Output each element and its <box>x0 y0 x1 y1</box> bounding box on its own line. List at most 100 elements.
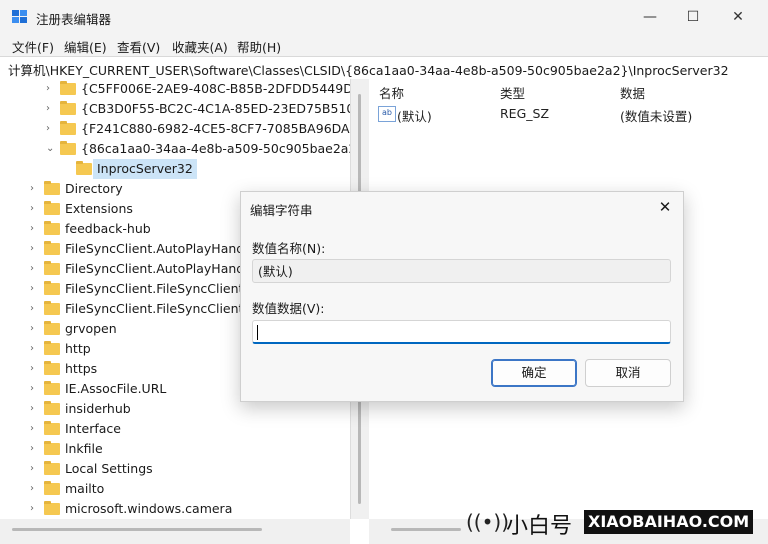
value-name-field: (默认) <box>252 259 671 283</box>
folder-icon <box>44 481 60 495</box>
column-header-type[interactable]: 类型 <box>500 83 525 102</box>
tree-item-label: https <box>65 361 98 376</box>
minimize-button[interactable]: — <box>630 4 670 30</box>
tree-item-label: {F241C880-6982-4CE5-8CF7-7085BA96DA5A} <box>81 121 350 136</box>
brand-name-en: XIAOBAIHAO.COM <box>584 510 754 534</box>
tree-item-label: Interface <box>65 421 121 436</box>
chevron-right-icon[interactable]: › <box>30 399 42 419</box>
chevron-right-icon[interactable]: › <box>30 299 42 319</box>
folder-icon <box>60 121 76 135</box>
tree-item-label: FileSyncClient.AutoPlayHandler <box>65 241 261 256</box>
chevron-right-icon[interactable]: › <box>30 319 42 339</box>
folder-icon <box>44 341 60 355</box>
address-bar[interactable]: 计算机\HKEY_CURRENT_USER\Software\Classes\C… <box>0 56 768 80</box>
chevron-right-icon[interactable]: › <box>30 179 42 199</box>
chevron-right-icon[interactable]: › <box>30 419 42 439</box>
column-header-data[interactable]: 数据 <box>620 83 645 102</box>
folder-icon <box>44 461 60 475</box>
tree-item[interactable]: › Interface <box>30 419 350 439</box>
tree-item-label: {86ca1aa0-34aa-4e8b-a509-50c905bae2a2} <box>81 141 350 156</box>
ok-button[interactable]: 确定 <box>491 359 577 387</box>
chevron-right-icon[interactable]: › <box>30 199 42 219</box>
menu-bar: 文件(F) 编辑(E) 查看(V) 收藏夹(A) 帮助(H) <box>0 34 768 56</box>
chevron-right-icon[interactable]: › <box>30 259 42 279</box>
chevron-right-icon[interactable]: › <box>30 499 42 519</box>
tree-item[interactable]: › microsoft.windows.camera <box>30 499 350 519</box>
chevron-right-icon[interactable]: › <box>46 79 58 99</box>
folder-icon <box>44 181 60 195</box>
chevron-right-icon[interactable]: › <box>30 459 42 479</box>
folder-icon <box>44 361 60 375</box>
tree-item-label: FileSyncClient.FileSyncClient.1 <box>65 301 256 316</box>
tree-item[interactable]: ⌄ {86ca1aa0-34aa-4e8b-a509-50c905bae2a2} <box>46 139 350 159</box>
tree-item-label: {C5FF006E-2AE9-408C-B85B-2DFDD5449D9C} <box>81 81 350 96</box>
tree-hscroll-thumb[interactable] <box>12 528 262 531</box>
tree-item-label: IE.AssocFile.URL <box>65 381 167 396</box>
tree-item[interactable]: InprocServer32 <box>62 159 350 179</box>
folder-icon <box>44 201 60 215</box>
chevron-right-icon[interactable]: › <box>46 99 58 119</box>
tree-item-label: lnkfile <box>65 441 103 456</box>
list-hscroll-thumb[interactable] <box>391 528 461 531</box>
chevron-right-icon[interactable]: › <box>30 379 42 399</box>
folder-icon <box>44 301 60 315</box>
value-name-label: 数值名称(N): <box>252 241 326 256</box>
tree-item-label: http <box>65 341 91 356</box>
tree-item-label: feedback-hub <box>65 221 151 236</box>
close-window-button[interactable]: ✕ <box>718 4 758 30</box>
tree-item-label: Directory <box>65 181 123 196</box>
tree-item[interactable]: › Local Settings <box>30 459 350 479</box>
folder-icon <box>44 501 60 515</box>
tree-item[interactable]: › {F241C880-6982-4CE5-8CF7-7085BA96DA5A} <box>46 119 350 139</box>
value-data: (数值未设置) <box>620 109 693 124</box>
folder-icon <box>44 441 60 455</box>
address-path: 计算机\HKEY_CURRENT_USER\Software\Classes\C… <box>8 63 729 78</box>
chevron-down-icon[interactable]: ⌄ <box>46 139 58 159</box>
folder-icon <box>44 261 60 275</box>
tree-item-label: grvopen <box>65 321 117 336</box>
chevron-right-icon[interactable]: › <box>30 479 42 499</box>
folder-icon <box>44 281 60 295</box>
chevron-right-icon[interactable]: › <box>30 279 42 299</box>
folder-icon <box>44 221 60 235</box>
folder-icon <box>44 241 60 255</box>
dialog-close-icon[interactable]: ✕ <box>653 196 677 218</box>
tree-item[interactable]: › lnkfile <box>30 439 350 459</box>
value-name: (默认) <box>397 109 432 124</box>
tree-item-label: FileSyncClient.FileSyncClient <box>65 281 244 296</box>
chevron-right-icon[interactable]: › <box>30 219 42 239</box>
column-header-name[interactable]: 名称 <box>379 83 404 102</box>
string-value-icon: ab <box>378 106 396 122</box>
menu-file[interactable]: 文件(F) <box>12 37 54 56</box>
menu-view[interactable]: 查看(V) <box>117 37 160 56</box>
chevron-right-icon[interactable]: › <box>46 119 58 139</box>
title-bar: 注册表编辑器 — ☐ ✕ <box>0 0 768 34</box>
tree-item[interactable]: › {CB3D0F55-BC2C-4C1A-85ED-23ED75B5106B} <box>46 99 350 119</box>
tree-item-label: mailto <box>65 481 105 496</box>
tree-horizontal-scrollbar[interactable] <box>0 519 350 544</box>
folder-icon <box>60 141 76 155</box>
text-caret <box>257 325 258 340</box>
maximize-button[interactable]: ☐ <box>673 4 713 30</box>
folder-icon <box>44 401 60 415</box>
chevron-right-icon[interactable]: › <box>30 439 42 459</box>
tree-item-label: {CB3D0F55-BC2C-4C1A-85ED-23ED75B5106B} <box>81 101 350 116</box>
tree-item[interactable]: › {C5FF006E-2AE9-408C-B85B-2DFDD5449D9C} <box>46 79 350 99</box>
cancel-button[interactable]: 取消 <box>585 359 671 387</box>
value-type: REG_SZ <box>500 106 550 121</box>
tree-item-label: FileSyncClient.AutoPlayHandler <box>65 261 261 276</box>
chevron-right-icon[interactable]: › <box>30 339 42 359</box>
menu-edit[interactable]: 编辑(E) <box>64 37 107 56</box>
tree-item[interactable]: › insiderhub <box>30 399 350 419</box>
menu-help[interactable]: 帮助(H) <box>237 37 281 56</box>
menu-favorites[interactable]: 收藏夹(A) <box>172 37 228 56</box>
tree-item[interactable]: › mailto <box>30 479 350 499</box>
folder-icon <box>60 101 76 115</box>
folder-icon <box>76 161 92 175</box>
chevron-right-icon[interactable]: › <box>30 239 42 259</box>
tree-item-label: InprocServer32 <box>93 159 197 179</box>
value-data-input[interactable] <box>252 320 671 344</box>
brand-name-cn: 小白号 <box>506 514 573 539</box>
chevron-right-icon[interactable]: › <box>30 359 42 379</box>
edit-string-dialog: 编辑字符串 ✕ 数值名称(N): (默认) 数值数据(V): 确定 取消 <box>240 191 684 402</box>
